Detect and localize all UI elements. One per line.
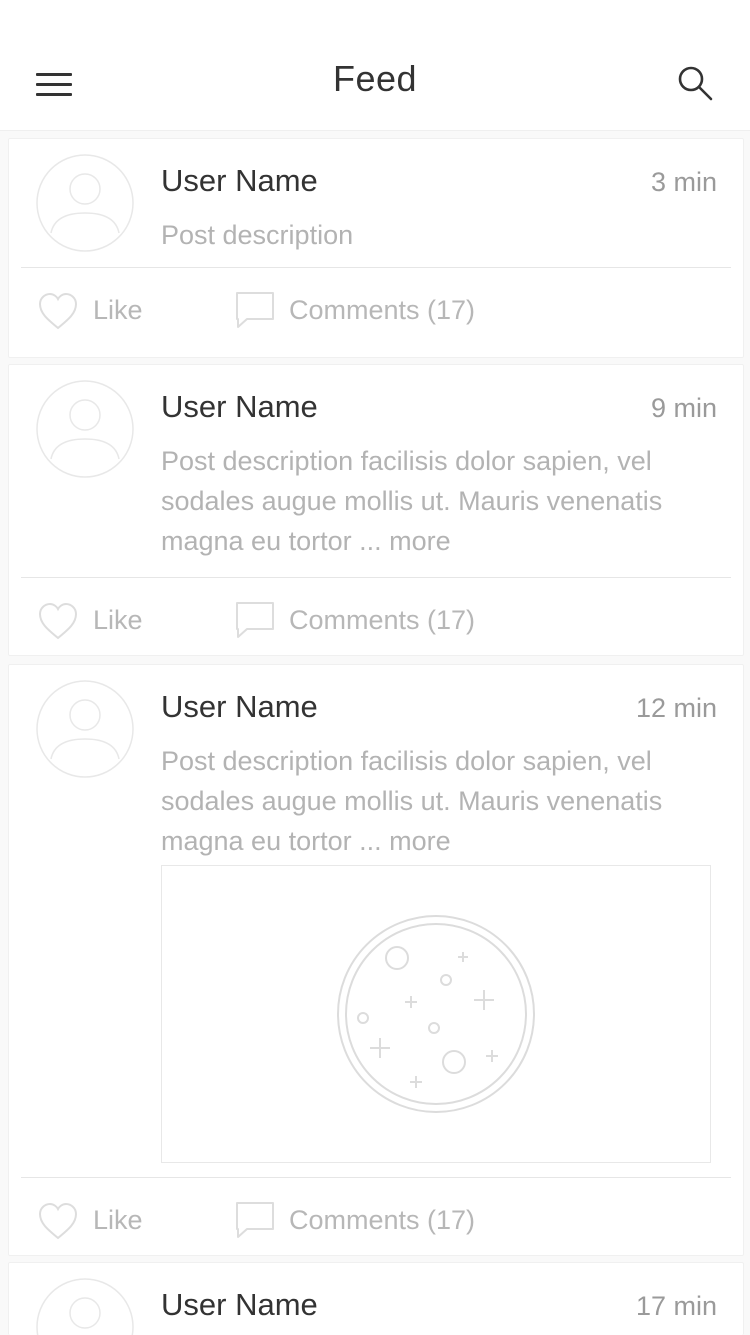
- app-header: Feed: [0, 0, 750, 131]
- post-description: Post description facilisis dolor sapien,…: [161, 746, 663, 856]
- divider: [21, 577, 731, 578]
- search-icon: [678, 66, 713, 101]
- heart-icon: [38, 602, 78, 640]
- post-card: User Name 3 min Post description Like Co…: [8, 138, 744, 358]
- post-card: User Name 17 min: [8, 1262, 744, 1335]
- like-button[interactable]: Like: [37, 599, 157, 643]
- heart-icon: [38, 1202, 78, 1240]
- post-card: User Name 12 min Post description facili…: [8, 664, 744, 1256]
- post-image[interactable]: [161, 865, 711, 1163]
- post-description: Post description facilisis dolor sapien,…: [161, 446, 663, 556]
- comments-button[interactable]: Comments (17): [233, 599, 493, 643]
- post-time: 9 min: [650, 393, 717, 423]
- post-description: Post description: [161, 220, 354, 250]
- post-time: 17 min: [635, 1291, 717, 1321]
- like-button[interactable]: Like: [37, 289, 157, 333]
- avatar-placeholder-icon: [36, 380, 134, 478]
- comments-button[interactable]: Comments (17): [233, 289, 493, 333]
- heart-icon: [38, 292, 78, 330]
- user-name[interactable]: User Name: [161, 1287, 318, 1323]
- comment-icon: [236, 1202, 274, 1238]
- post-time: 12 min: [635, 693, 717, 723]
- post-time: 3 min: [650, 167, 717, 197]
- like-button[interactable]: Like: [37, 1199, 157, 1243]
- user-name[interactable]: User Name: [161, 163, 318, 199]
- post-card: User Name 9 min Post description facilis…: [8, 364, 744, 656]
- search-button[interactable]: [674, 62, 718, 106]
- divider: [21, 267, 731, 268]
- comment-icon: [236, 292, 274, 328]
- image-placeholder-icon: [337, 915, 535, 1113]
- like-label: Like: [93, 295, 143, 325]
- divider: [21, 1177, 731, 1178]
- comments-label: Comments (17): [289, 295, 476, 325]
- user-name[interactable]: User Name: [161, 389, 318, 425]
- user-name[interactable]: User Name: [161, 689, 318, 725]
- like-label: Like: [93, 1205, 143, 1235]
- page-title: Feed: [332, 58, 418, 99]
- comment-icon: [236, 602, 274, 638]
- avatar-placeholder-icon: [36, 680, 134, 778]
- comments-button[interactable]: Comments (17): [233, 1199, 493, 1243]
- comments-label: Comments (17): [289, 605, 476, 635]
- avatar-placeholder-icon: [36, 154, 134, 252]
- comments-label: Comments (17): [289, 1205, 476, 1235]
- like-label: Like: [93, 605, 143, 635]
- avatar-placeholder-icon: [36, 1278, 134, 1335]
